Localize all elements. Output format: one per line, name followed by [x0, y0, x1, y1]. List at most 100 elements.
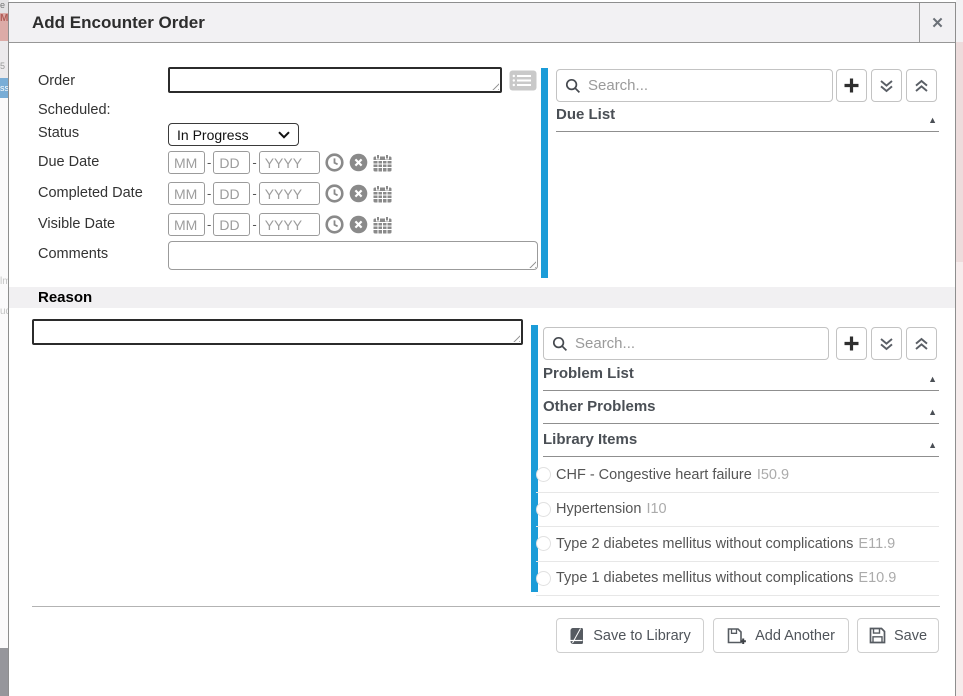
book-icon [569, 627, 585, 645]
close-button[interactable]: ✕ [919, 3, 955, 42]
list-item[interactable]: Hypertension I10 [536, 493, 939, 528]
collapse-triangle-icon: ▲ [928, 374, 939, 384]
list-icon [509, 70, 537, 91]
due-list-collapse-all-button[interactable] [906, 69, 937, 102]
comments-textarea[interactable] [169, 242, 537, 269]
library-items-section-label: Library Items [543, 430, 637, 450]
completed-date-day-input[interactable] [213, 182, 250, 205]
library-items-list: CHF - Congestive heart failure I50.9 Hyp… [536, 458, 939, 596]
completed-date-row: - - [168, 182, 392, 205]
double-chevron-down-icon [879, 79, 894, 93]
add-another-button[interactable]: Add Another [713, 618, 849, 653]
reason-input[interactable] [34, 321, 521, 343]
visible-date-clear-button[interactable] [349, 215, 368, 234]
reason-expand-all-button[interactable] [871, 327, 902, 360]
problem-list-section-label: Problem List [543, 364, 634, 384]
screen: e M 5 ss lm ud Add Encounter Order ✕ Ord… [0, 0, 963, 696]
library-items-section-header[interactable]: Library Items ▲ [543, 430, 939, 457]
order-label: Order [38, 73, 75, 89]
due-list-section-header[interactable]: Due List ▲ [556, 105, 939, 132]
collapse-triangle-icon: ▲ [928, 115, 939, 125]
dialog-title: Add Encounter Order [32, 3, 205, 42]
status-selected-value: In Progress [177, 127, 278, 143]
other-problems-section-label: Other Problems [543, 397, 656, 417]
list-item[interactable]: Type 1 diabetes mellitus without complic… [536, 562, 939, 597]
save-plus-icon [727, 627, 747, 645]
completed-date-label: Completed Date [38, 185, 143, 201]
due-date-calendar-button[interactable] [373, 154, 392, 172]
order-lookup-list-button[interactable] [509, 70, 537, 91]
double-chevron-down-icon [879, 337, 894, 351]
item-name: Hypertension [556, 501, 641, 517]
item-radio[interactable] [536, 467, 551, 482]
due-list-section-label: Due List [556, 105, 615, 125]
problem-list-section-header[interactable]: Problem List ▲ [543, 364, 939, 391]
item-radio[interactable] [536, 536, 551, 551]
due-date-time-button[interactable] [325, 153, 344, 172]
scheduled-label: Scheduled: [38, 102, 111, 118]
status-select[interactable]: In Progress [168, 123, 299, 146]
item-radio[interactable] [536, 571, 551, 586]
due-list-search-input[interactable] [556, 69, 833, 102]
reason-add-button[interactable] [836, 327, 867, 360]
date-separator: - [252, 217, 256, 232]
completed-date-month-input[interactable] [168, 182, 205, 205]
other-problems-section-header[interactable]: Other Problems ▲ [543, 397, 939, 424]
visible-date-year-input[interactable] [259, 213, 320, 236]
reason-search-input[interactable] [543, 327, 829, 360]
save-button[interactable]: Save [857, 618, 939, 653]
status-label: Status [38, 125, 79, 141]
reason-section-bar: Reason [9, 287, 955, 308]
item-code: E11.9 [858, 536, 895, 552]
order-input[interactable] [170, 69, 500, 91]
item-name: CHF - Congestive heart failure [556, 467, 752, 483]
due-list-add-button[interactable] [836, 69, 867, 102]
due-date-label: Due Date [38, 154, 99, 170]
plus-icon [843, 335, 860, 352]
calendar-icon [373, 185, 392, 203]
completed-date-year-input[interactable] [259, 182, 320, 205]
date-separator: - [207, 217, 211, 232]
footer-divider [32, 606, 940, 607]
item-radio[interactable] [536, 502, 551, 517]
due-date-row: - - [168, 151, 392, 174]
visible-date-calendar-button[interactable] [373, 216, 392, 234]
visible-date-time-button[interactable] [325, 215, 344, 234]
clear-circle-icon [349, 215, 368, 234]
visible-date-day-input[interactable] [213, 213, 250, 236]
collapse-triangle-icon: ▲ [928, 407, 939, 417]
calendar-icon [373, 154, 392, 172]
background-block [956, 42, 963, 262]
date-separator: - [252, 155, 256, 170]
plus-icon [843, 77, 860, 94]
due-date-year-input[interactable] [259, 151, 320, 174]
date-separator: - [207, 186, 211, 201]
due-list-expand-all-button[interactable] [871, 69, 902, 102]
calendar-icon [373, 216, 392, 234]
list-item[interactable]: Type 2 diabetes mellitus without complic… [536, 527, 939, 562]
due-date-month-input[interactable] [168, 151, 205, 174]
close-icon: ✕ [931, 14, 944, 32]
completed-date-calendar-button[interactable] [373, 185, 392, 203]
background-block [956, 0, 963, 42]
item-name: Type 1 diabetes mellitus without complic… [556, 570, 853, 586]
reason-input-wrap [32, 319, 523, 345]
save-to-library-button[interactable]: Save to Library [556, 618, 704, 653]
visible-date-month-input[interactable] [168, 213, 205, 236]
completed-date-time-button[interactable] [325, 184, 344, 203]
list-item[interactable]: CHF - Congestive heart failure I50.9 [536, 458, 939, 493]
clear-circle-icon [349, 184, 368, 203]
due-date-clear-button[interactable] [349, 153, 368, 172]
date-separator: - [207, 155, 211, 170]
save-to-library-label: Save to Library [593, 628, 691, 644]
completed-date-clear-button[interactable] [349, 184, 368, 203]
comments-label: Comments [38, 246, 108, 262]
visible-date-row: - - [168, 213, 392, 236]
double-chevron-up-icon [914, 79, 929, 93]
due-date-day-input[interactable] [213, 151, 250, 174]
visible-date-label: Visible Date [38, 216, 115, 232]
add-another-label: Add Another [755, 628, 835, 644]
dialog-header: Add Encounter Order ✕ [9, 3, 955, 43]
reason-collapse-all-button[interactable] [906, 327, 937, 360]
clock-icon [325, 184, 344, 203]
